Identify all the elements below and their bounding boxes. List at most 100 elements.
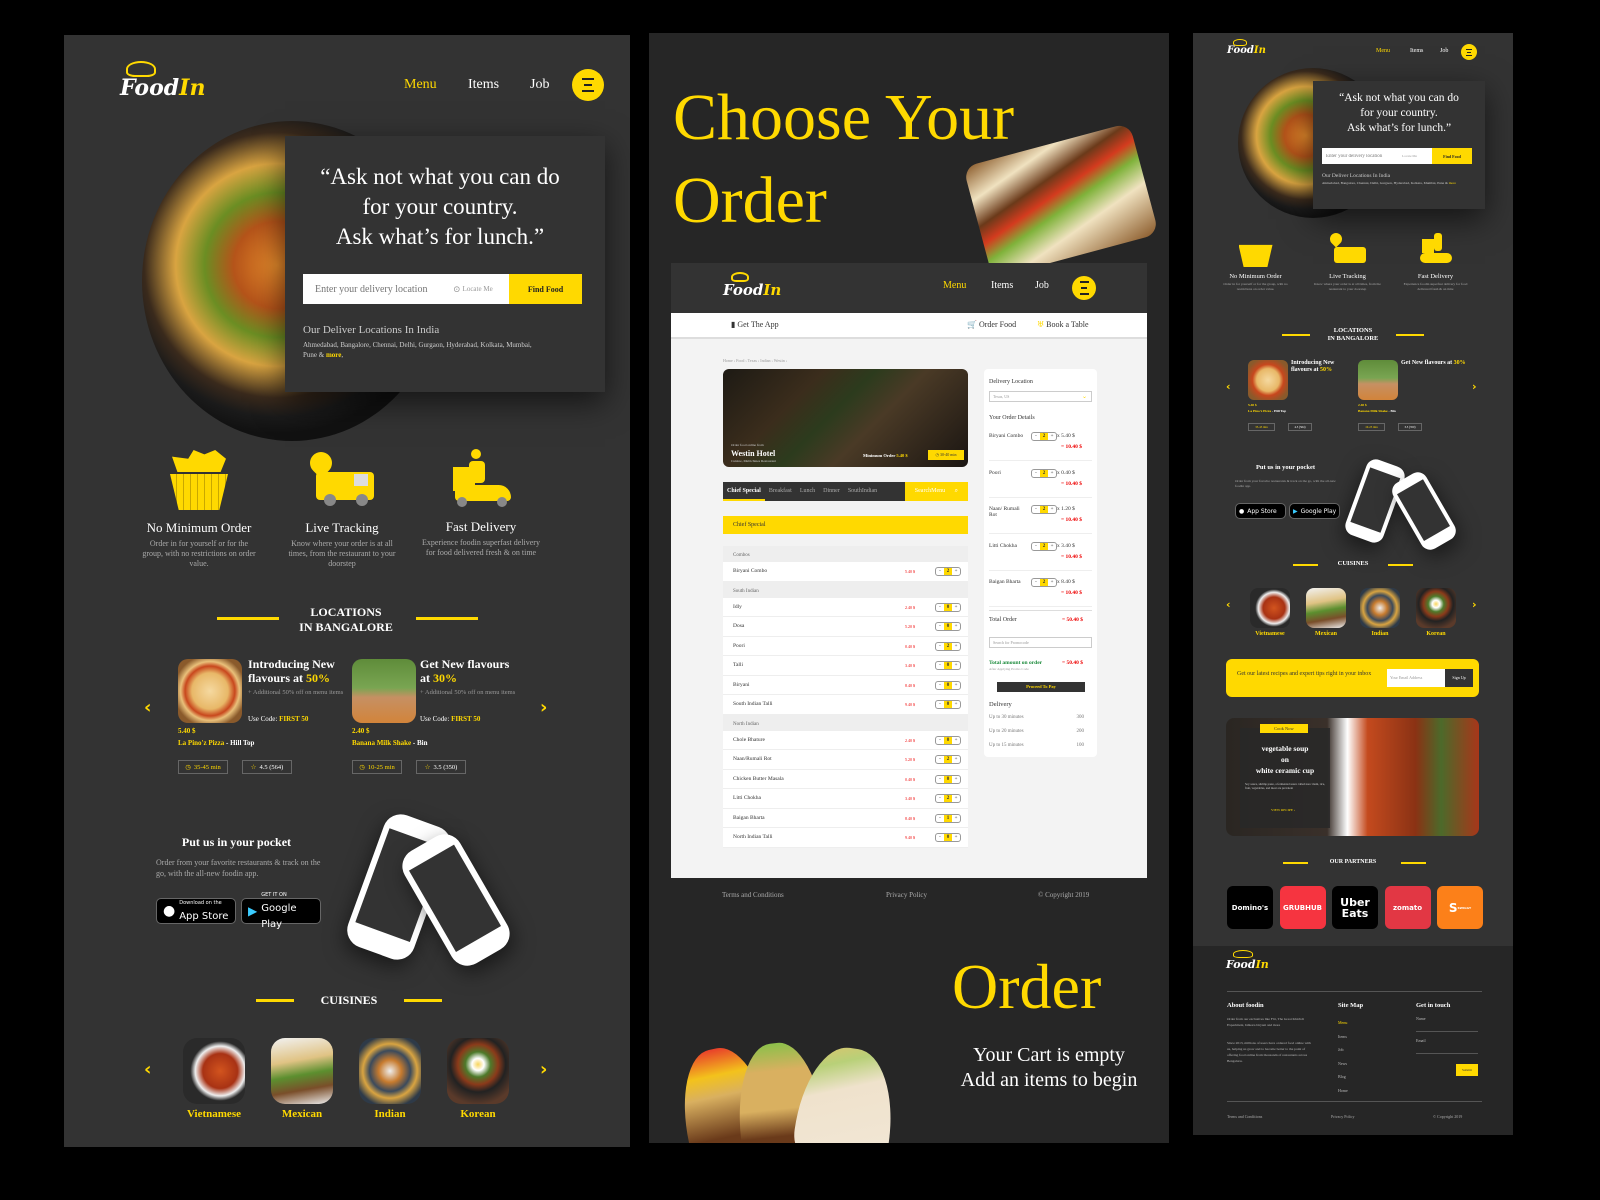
submit-button[interactable]: Submit — [1456, 1064, 1478, 1076]
cuisine-vietnamese[interactable]: Vietnamese — [174, 1038, 254, 1120]
promocode-input[interactable]: Search for Promocode — [989, 637, 1092, 648]
decrement-button[interactable]: - — [936, 776, 944, 783]
decrement-button[interactable]: - — [1032, 579, 1040, 586]
search-menu-button[interactable]: SearchMenu ⌕ — [904, 482, 968, 501]
increment-button[interactable]: + — [952, 756, 960, 763]
increment-button[interactable]: + — [952, 815, 960, 822]
offers-next-arrow[interactable]: › — [1472, 380, 1477, 393]
cook-now-badge[interactable]: Cook Now — [1260, 724, 1308, 733]
find-food-button[interactable]: Find Food — [1432, 148, 1472, 164]
locate-me-button[interactable]: ⊙ Locate Me — [453, 274, 509, 304]
increment-button[interactable]: + — [952, 776, 960, 783]
decrement-button[interactable]: - — [936, 756, 944, 763]
decrement-button[interactable]: - — [936, 568, 944, 575]
increment-button[interactable]: + — [1048, 506, 1056, 513]
terms-link[interactable]: Terms and Conditions — [1227, 1114, 1262, 1119]
nav-menu[interactable]: Menu — [943, 280, 991, 291]
increment-button[interactable]: + — [952, 568, 960, 575]
increment-button[interactable]: + — [952, 682, 960, 689]
cuisines-prev-arrow[interactable]: ‹ — [144, 1059, 151, 1080]
cuisine-korean[interactable]: Korean — [1411, 588, 1461, 637]
hamburger-menu-button[interactable] — [1461, 44, 1477, 60]
locate-me-button[interactable]: Locate Me — [1402, 148, 1432, 164]
tab-chief-special[interactable]: Chief Special — [723, 482, 765, 501]
cuisine-indian[interactable]: Indian — [1355, 588, 1405, 637]
tab-south-indian[interactable]: SouthIndian — [844, 482, 881, 501]
offer-card[interactable]: Get New flavours at 30% + Additional 50%… — [352, 657, 522, 777]
contact-name-input[interactable]: Name — [1416, 1016, 1478, 1032]
offer-card[interactable]: Get New flavours at 30% 2.40 $ Banana Mi… — [1358, 360, 1468, 435]
hamburger-menu-button[interactable] — [1072, 276, 1096, 300]
decrement-button[interactable]: - — [936, 623, 944, 630]
sitemap-link[interactable]: News — [1338, 1057, 1348, 1071]
partner-logo-uber-eats[interactable]: Uber Eats — [1332, 886, 1378, 929]
increment-button[interactable]: + — [1048, 543, 1056, 550]
increment-button[interactable]: + — [1048, 579, 1056, 586]
contact-email-input[interactable]: Email — [1416, 1038, 1478, 1054]
partner-logo-zomato[interactable]: zomato — [1384, 886, 1431, 929]
find-food-button[interactable]: Find Food — [509, 274, 582, 304]
cuisine-vietnamese[interactable]: Vietnamese — [1245, 588, 1295, 637]
nav-job[interactable]: Job — [1440, 48, 1462, 54]
nav-job[interactable]: Job — [530, 77, 572, 93]
tab-dinner[interactable]: Dinner — [819, 482, 844, 501]
decrement-button[interactable]: - — [936, 737, 944, 744]
logo[interactable]: FoodIn — [1226, 958, 1269, 971]
cuisines-next-arrow[interactable]: › — [540, 1059, 547, 1080]
newsletter-email-input[interactable]: Your Email Address — [1387, 669, 1445, 687]
book-table-link[interactable]: ♅ Book a Table — [1037, 320, 1089, 329]
tab-lunch[interactable]: Lunch — [796, 482, 819, 501]
more-link[interactable]: more — [326, 351, 341, 359]
sitemap-link[interactable]: Home — [1338, 1084, 1348, 1098]
partner-logo-grubhub[interactable]: GRUBHUB — [1279, 886, 1326, 929]
google-play-button[interactable]: ▶ GET IT ON Google Play — [241, 892, 321, 929]
decrement-button[interactable]: - — [936, 795, 944, 802]
logo[interactable]: FoodIn — [1227, 45, 1266, 56]
cuisine-korean[interactable]: Korean — [438, 1038, 518, 1120]
nav-menu[interactable]: Menu — [404, 77, 468, 93]
tab-breakfast[interactable]: Breakfast — [765, 482, 796, 501]
increment-button[interactable]: + — [952, 834, 960, 841]
nav-items[interactable]: Items — [1410, 48, 1440, 54]
cuisine-mexican[interactable]: Mexican — [262, 1038, 342, 1120]
offers-next-arrow[interactable]: › — [540, 697, 547, 718]
increment-button[interactable]: + — [952, 662, 960, 669]
increment-button[interactable]: + — [952, 701, 960, 708]
delivery-option[interactable]: Up to 15 minutes 100 — [989, 743, 1092, 748]
nav-menu[interactable]: Menu — [1376, 48, 1410, 54]
decrement-button[interactable]: - — [936, 682, 944, 689]
increment-button[interactable]: + — [1048, 470, 1056, 477]
view-recipe-link[interactable]: VIEW RECIPE › — [1271, 808, 1295, 812]
partner-logo-domino-s[interactable]: Domino's — [1227, 886, 1273, 929]
increment-button[interactable]: + — [952, 737, 960, 744]
partner-logo-swiggy[interactable]: S SWIGGY — [1437, 886, 1483, 929]
decrement-button[interactable]: - — [936, 604, 944, 611]
decrement-button[interactable]: - — [936, 834, 944, 841]
delivery-location-input[interactable] — [1322, 148, 1402, 164]
nav-items[interactable]: Items — [468, 77, 530, 93]
increment-button[interactable]: + — [952, 623, 960, 630]
delivery-location-input[interactable] — [303, 274, 453, 304]
logo[interactable]: FoodIn — [120, 75, 205, 101]
increment-button[interactable]: + — [952, 643, 960, 650]
hamburger-menu-button[interactable] — [572, 69, 604, 101]
decrement-button[interactable]: - — [1032, 506, 1040, 513]
offer-card[interactable]: Introducing New flavours at 50% + Additi… — [178, 657, 348, 777]
increment-button[interactable]: + — [1048, 433, 1056, 440]
decrement-button[interactable]: - — [936, 701, 944, 708]
decrement-button[interactable]: - — [936, 662, 944, 669]
decrement-button[interactable]: - — [936, 643, 944, 650]
google-play-button[interactable]: ▶ Google Play — [1289, 503, 1340, 519]
sitemap-link[interactable]: Items — [1338, 1030, 1348, 1044]
app-store-button[interactable]: ● App Store — [1235, 503, 1286, 519]
cuisines-prev-arrow[interactable]: ‹ — [1226, 598, 1231, 611]
sitemap-link[interactable]: Blog — [1338, 1070, 1348, 1084]
decrement-button[interactable]: - — [936, 815, 944, 822]
order-food-link[interactable]: 🛒 Order Food — [967, 320, 1016, 329]
proceed-to-pay-button[interactable]: Proceed To Pay — [997, 682, 1085, 692]
delivery-option[interactable]: Up to 30 minutes 300 — [989, 715, 1092, 720]
offer-card[interactable]: Introducing New flavours at 50% 5.40 $ L… — [1248, 360, 1358, 435]
sitemap-link[interactable]: Menu — [1338, 1016, 1348, 1030]
nav-job[interactable]: Job — [1035, 280, 1063, 291]
offers-prev-arrow[interactable]: ‹ — [144, 697, 151, 718]
